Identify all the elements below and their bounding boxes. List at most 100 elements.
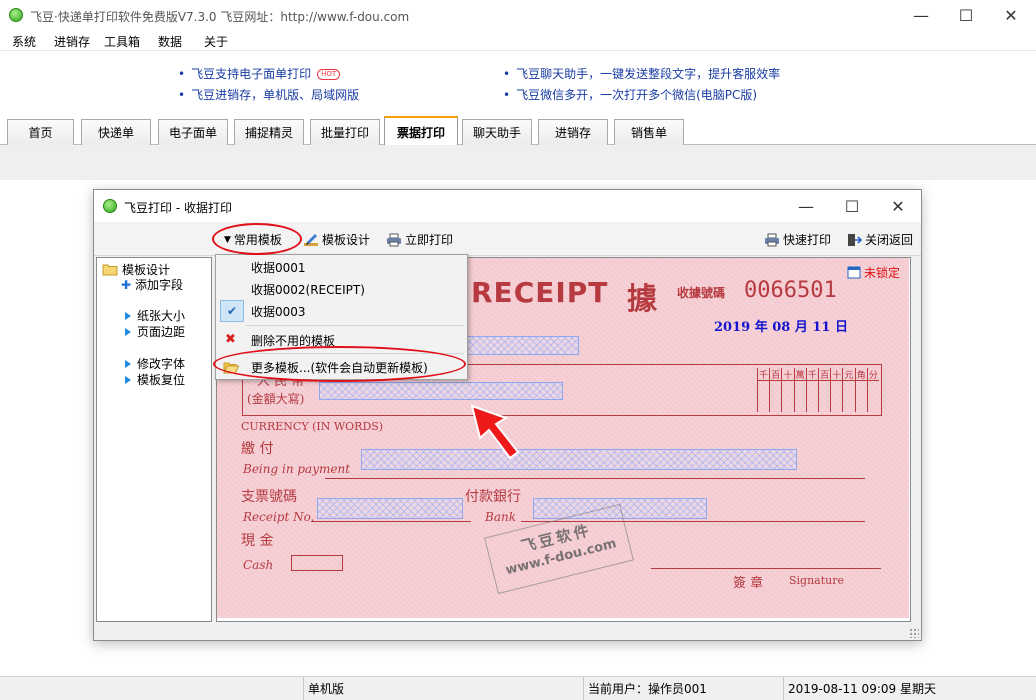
pay-line — [325, 478, 865, 479]
tree-item-template-reset[interactable]: 模板复位 — [123, 371, 185, 388]
digit-column: 十 — [830, 368, 842, 412]
dialog-title: 飞豆打印 - 收据打印 — [124, 201, 232, 215]
promo-link-wechat[interactable]: • 飞豆微信多开，一次打开多个微信(电脑PC版) — [503, 86, 757, 103]
arrow-right-icon — [125, 327, 131, 336]
dialog-close-button[interactable]: ✕ — [875, 190, 921, 222]
annotation-arrow-icon — [470, 404, 520, 460]
exit-door-icon — [848, 233, 862, 246]
menu-about[interactable]: 关于 — [204, 33, 228, 50]
tab-eface[interactable]: 电子面单 — [158, 119, 228, 145]
receipt-no-label: 收據號碼 — [677, 286, 726, 300]
digit-column: 千 — [757, 368, 769, 412]
digit-column: 百 — [818, 368, 830, 412]
menu-data[interactable]: 数据 — [158, 33, 182, 50]
status-datetime: 2019-08-11 09:09 星期天 — [783, 677, 1036, 700]
digit-column: 百 — [769, 368, 781, 412]
tab-batch-print[interactable]: 批量打印 — [310, 119, 380, 145]
status-mode: 单机版 — [303, 677, 583, 700]
tab-capture[interactable]: 捕捉精灵 — [234, 119, 304, 145]
pay-en-label: Being in payment — [243, 462, 351, 476]
printer-icon — [387, 233, 401, 246]
tab-home[interactable]: 首页 — [7, 119, 74, 145]
menu-bar: 系统 进销存 工具箱 数据 关于 — [0, 31, 1036, 51]
status-user: 当前用户：操作员001 — [583, 677, 783, 700]
bank-en-label: Bank — [485, 510, 516, 524]
cash-box — [291, 555, 343, 571]
close-return-button[interactable]: 关闭返回 — [846, 231, 913, 248]
menu-system[interactable]: 系统 — [12, 33, 36, 50]
digit-grid-header-line — [757, 380, 879, 381]
template-item-receipt0002[interactable]: 收据0002(RECEIPT) — [216, 278, 467, 300]
field-payment[interactable] — [361, 449, 797, 470]
tab-content-area — [0, 145, 1036, 180]
template-item-receipt0003[interactable]: ✔ 收据0003 — [216, 300, 467, 322]
tree-item-add-field[interactable]: ✚ 添加字段 — [121, 276, 183, 293]
amount-words-label: (金額大寫) — [247, 392, 305, 406]
dialog-app-icon — [103, 199, 117, 213]
tree-item-change-font[interactable]: 修改字体 — [123, 355, 185, 372]
sign-en-label: Signature — [789, 574, 845, 587]
receipt-number: 0066501 — [744, 278, 837, 303]
tree-item-paper-size[interactable]: 纸张大小 — [123, 307, 185, 324]
promo-link-chat[interactable]: • 飞豆聊天助手，一键发送整段文字，提升客服效率 — [503, 65, 780, 82]
receipt-title-cn: 據 — [627, 282, 657, 317]
template-design-tree: 模板设计 ✚ 添加字段 纸张大小 页面边距 修改字体 模板复位 — [96, 257, 212, 622]
digit-column: 角 — [854, 368, 867, 412]
dialog-maximize-button[interactable]: ☐ — [829, 190, 875, 222]
amount-digit-grid: 千百十萬千百十元角分 — [757, 368, 879, 412]
template-item-receipt0001[interactable]: 收据0001 — [216, 256, 467, 278]
app-icon — [9, 8, 23, 22]
tab-receipt-print[interactable]: 票据打印 — [384, 116, 458, 146]
close-button[interactable]: ✕ — [988, 0, 1034, 31]
dialog-minimize-button[interactable]: — — [783, 190, 829, 222]
minimize-button[interactable]: — — [898, 0, 944, 31]
print-now-button[interactable]: 立即打印 — [386, 231, 453, 248]
cash-label: 現 金 — [241, 533, 274, 549]
signature-line — [651, 568, 881, 569]
folder-icon — [102, 264, 118, 276]
dialog-title-bar: 飞豆打印 - 收据打印 — ☐ ✕ — [94, 190, 921, 222]
menu-toolbox[interactable]: 工具箱 — [104, 33, 140, 50]
maximize-button[interactable]: ☐ — [943, 0, 989, 31]
field-amount-words[interactable] — [319, 382, 563, 400]
bank-label: 付款銀行 — [465, 489, 521, 505]
red-x-icon: ✖ — [225, 332, 236, 347]
digit-column: 元 — [842, 368, 854, 412]
promo-link-inventory[interactable]: • 飞豆进销存，单机版、局域网版 — [178, 86, 359, 103]
tab-sales[interactable]: 销售单 — [614, 119, 684, 145]
tab-chat-helper[interactable]: 聊天助手 — [462, 119, 532, 145]
arrow-right-icon — [125, 311, 131, 320]
status-bar: 单机版 当前用户：操作员001 2019-08-11 09:09 星期天 — [0, 676, 1036, 700]
tree-item-page-margin[interactable]: 页面边距 — [123, 323, 185, 340]
cheque-line — [311, 521, 471, 522]
currency-label: CURRENCY (IN WORDS) — [241, 420, 384, 433]
receipt-no-en-label: Receipt No. — [243, 510, 315, 524]
window-title: 飞豆·快递单打印软件免费版V7.3.0 飞豆网址：http://www.f-do… — [30, 10, 410, 24]
promo-link-eface[interactable]: • 飞豆支持电子面单打印 HOT — [178, 65, 341, 82]
menu-separator — [246, 325, 464, 326]
title-bar: 飞豆·快递单打印软件免费版V7.3.0 飞豆网址：http://www.f-do… — [0, 0, 1036, 31]
arrow-right-icon — [125, 375, 131, 384]
digit-column: 十 — [781, 368, 793, 412]
template-design-button[interactable]: 模板设计 — [303, 231, 370, 248]
calendar-icon — [847, 266, 861, 279]
quick-print-button[interactable]: 快速打印 — [764, 231, 831, 248]
arrow-right-icon — [125, 359, 131, 368]
hot-badge: HOT — [317, 69, 341, 80]
cheque-label: 支票號碼 — [241, 489, 297, 505]
receipt-title-en: RECEIPT — [471, 276, 609, 309]
menu-inventory[interactable]: 进销存 — [54, 33, 90, 50]
cash-en-label: Cash — [243, 558, 274, 572]
pay-label: 繳 付 — [241, 441, 274, 457]
pencil-ruler-icon — [304, 233, 318, 246]
field-cheque-no[interactable] — [317, 498, 463, 519]
lock-status[interactable]: 未锁定 — [847, 264, 900, 281]
main-tabs: 首页 快递单 电子面单 捕捉精灵 批量打印 票据打印 聊天助手 进销存 销售单 — [0, 114, 1036, 146]
tab-express[interactable]: 快递单 — [81, 119, 151, 145]
highlight-oval-templates — [212, 223, 302, 255]
resize-grip[interactable] — [909, 628, 919, 638]
sign-label: 簽 章 — [733, 576, 764, 591]
digit-column: 分 — [866, 368, 879, 412]
tab-inventory[interactable]: 进销存 — [538, 119, 608, 145]
checkmark-icon: ✔ — [220, 300, 244, 322]
